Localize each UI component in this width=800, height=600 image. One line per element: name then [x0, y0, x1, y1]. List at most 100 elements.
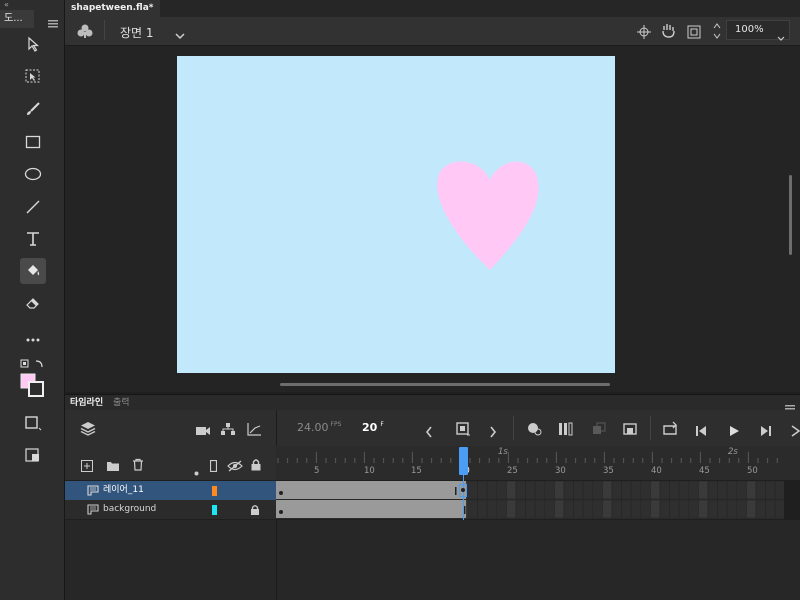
frame-cell[interactable]: [640, 499, 651, 519]
play-icon[interactable]: [728, 422, 740, 441]
outline-toggle-icon[interactable]: [209, 457, 218, 476]
lock-icon[interactable]: [250, 504, 260, 515]
frame-cell[interactable]: [717, 499, 728, 519]
frame-cell[interactable]: [592, 481, 603, 500]
frame-cell[interactable]: [640, 481, 651, 500]
frame-cell[interactable]: [698, 481, 709, 500]
layer-name[interactable]: 레이어_11: [103, 481, 144, 500]
frame-cell[interactable]: [736, 499, 747, 519]
tab-output[interactable]: 출력: [113, 395, 130, 408]
frame-cell[interactable]: [496, 481, 507, 500]
oval-tool-icon[interactable]: [20, 161, 46, 187]
frame-cell[interactable]: [707, 499, 718, 519]
parenting-icon[interactable]: [220, 421, 236, 440]
frame-cell[interactable]: [659, 481, 670, 500]
frame-cell[interactable]: [669, 499, 680, 519]
frame-cell[interactable]: [506, 481, 517, 500]
frame-cell[interactable]: [755, 499, 766, 519]
frame-cell[interactable]: [506, 499, 517, 519]
line-tool-icon[interactable]: [20, 194, 46, 220]
lock-all-icon[interactable]: [250, 456, 262, 475]
current-frame-cell[interactable]: [459, 484, 467, 497]
panel-menu-icon[interactable]: [48, 13, 58, 28]
camera-icon[interactable]: [195, 422, 211, 441]
frame-cell[interactable]: [669, 481, 680, 500]
frame-cell[interactable]: [746, 499, 757, 519]
highlight-dot-icon[interactable]: [194, 461, 199, 480]
frame-cell[interactable]: [736, 481, 747, 500]
zoom-dropdown-chevron-icon[interactable]: [777, 27, 785, 46]
frame-cell[interactable]: [621, 499, 632, 519]
tab-timeline[interactable]: 타임라인: [70, 395, 103, 408]
frame-cell[interactable]: [573, 499, 584, 519]
scene-icon[interactable]: [76, 23, 94, 43]
frame-cell[interactable]: [515, 499, 526, 519]
step-back-icon[interactable]: [695, 422, 709, 441]
frame-cell[interactable]: [774, 499, 784, 519]
edit-multiple-frames-icon[interactable]: [558, 421, 574, 441]
stage[interactable]: [177, 56, 615, 373]
layer-name[interactable]: background: [103, 500, 156, 519]
new-folder-icon[interactable]: [106, 457, 120, 476]
frame-cell[interactable]: [563, 499, 574, 519]
tools-panel-tab[interactable]: 도...: [0, 10, 34, 28]
frame-cell[interactable]: [573, 481, 584, 500]
vertical-scrollbar[interactable]: [789, 175, 792, 255]
delete-layer-icon[interactable]: [132, 456, 144, 475]
scene-dropdown-chevron-icon[interactable]: [175, 25, 185, 44]
visibility-hidden-icon[interactable]: [227, 457, 243, 476]
fps-field[interactable]: 24.00 FPS: [297, 421, 341, 434]
loop-icon[interactable]: [662, 421, 678, 441]
text-tool-icon[interactable]: [20, 226, 46, 252]
frame-cell[interactable]: [650, 499, 661, 519]
frame-cell[interactable]: [621, 481, 632, 500]
frame-cell[interactable]: [525, 481, 536, 500]
go-to-last-frame-icon[interactable]: [789, 422, 800, 441]
next-keyframe-chevron-icon[interactable]: [489, 423, 497, 442]
frame-cell[interactable]: [477, 481, 488, 500]
object-drawing-icon[interactable]: [20, 410, 46, 436]
frame-cell[interactable]: [630, 499, 642, 519]
frame-cell[interactable]: [678, 481, 690, 500]
layer-color-swatch[interactable]: [212, 505, 217, 515]
new-layer-icon[interactable]: [81, 457, 93, 476]
previous-keyframe-chevron-icon[interactable]: [425, 423, 433, 442]
frame-cell[interactable]: [659, 499, 670, 519]
frame-cell[interactable]: [717, 481, 728, 500]
frame-cell[interactable]: [534, 499, 546, 519]
horizontal-scrollbar[interactable]: [280, 383, 610, 386]
heart-shape[interactable]: [436, 158, 542, 276]
frame-cell[interactable]: [726, 481, 738, 500]
brush-tool-icon[interactable]: [20, 96, 46, 122]
layers-stack-icon[interactable]: [80, 420, 96, 440]
current-frame-field[interactable]: 20 F: [362, 421, 384, 434]
scene-label[interactable]: 장면 1: [120, 24, 154, 41]
frame-cell[interactable]: [582, 481, 594, 500]
center-frame-icon[interactable]: [622, 421, 638, 441]
frame-cell[interactable]: [688, 481, 699, 500]
frame-cell[interactable]: [611, 481, 622, 500]
frame-cell[interactable]: [554, 499, 565, 519]
selection-tool-icon[interactable]: [20, 31, 46, 57]
frame-cell[interactable]: [755, 481, 766, 500]
hand-tool-icon[interactable]: [660, 22, 678, 42]
frame-cell[interactable]: [746, 481, 757, 500]
color-swatches[interactable]: [20, 358, 46, 402]
frame-cell[interactable]: [486, 481, 498, 500]
zoom-stepper-icon[interactable]: [712, 21, 722, 45]
frame-cell[interactable]: [582, 499, 594, 519]
more-tools-icon[interactable]: [20, 327, 46, 353]
frame-cell[interactable]: [477, 499, 488, 519]
graph-icon[interactable]: [246, 421, 262, 440]
insert-keyframe-icon[interactable]: [455, 421, 471, 441]
frame-cell[interactable]: [630, 481, 642, 500]
frame-cell[interactable]: [611, 499, 622, 519]
frame-cell[interactable]: [707, 481, 718, 500]
frame-cell[interactable]: [678, 499, 690, 519]
playhead-handle[interactable]: [459, 447, 468, 475]
frame-cell[interactable]: [765, 481, 776, 500]
frame-cell[interactable]: [467, 499, 478, 519]
frame-cell[interactable]: [486, 499, 498, 519]
frame-cell[interactable]: [496, 499, 507, 519]
frame-cell[interactable]: [650, 481, 661, 500]
